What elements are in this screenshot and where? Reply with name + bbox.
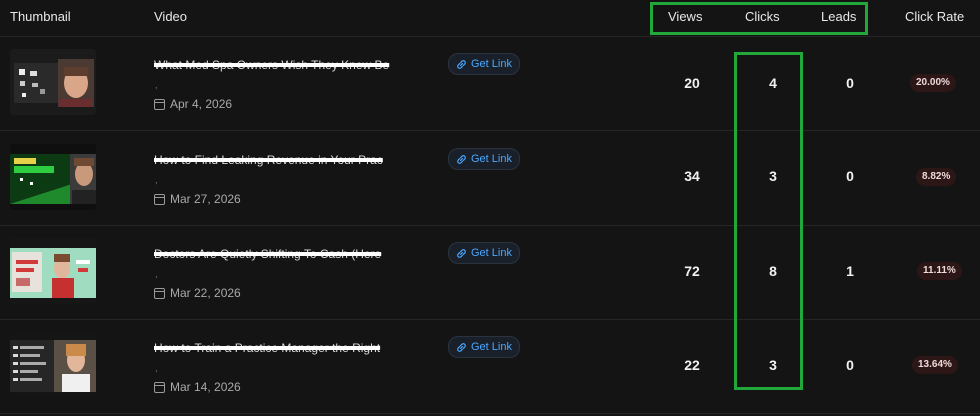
calendar-icon <box>154 287 165 299</box>
video-date: Mar 27, 2026 <box>154 192 241 206</box>
leads-value: 0 <box>846 75 854 91</box>
calendar-icon <box>154 98 165 110</box>
link-icon <box>457 342 466 352</box>
get-link-button[interactable]: Get Link <box>448 148 520 170</box>
views-value: 34 <box>684 168 700 184</box>
table-row: Doctors Are Quietly Shifting To Cash (He… <box>0 225 980 320</box>
click-rate-badge: 8.82% <box>916 168 957 186</box>
get-link-button[interactable]: Get Link <box>448 336 520 358</box>
click-rate-badge: 13.64% <box>912 356 958 374</box>
header-video: Video <box>154 9 188 24</box>
leads-value: 1 <box>846 263 854 279</box>
header-leads[interactable]: Leads <box>821 9 856 24</box>
date-text: Mar 14, 2026 <box>170 380 241 394</box>
get-link-button[interactable]: Get Link <box>448 53 520 75</box>
link-icon <box>457 154 466 164</box>
video-title[interactable]: Doctors Are Quietly Shifting To Cash (He… <box>154 247 438 263</box>
link-icon <box>457 59 466 69</box>
video-date: Mar 14, 2026 <box>154 380 241 394</box>
video-title[interactable]: What Med Spa Owners Wish They Knew Be <box>154 58 438 74</box>
clicks-value: 8 <box>769 263 777 279</box>
get-link-label: Get Link <box>471 58 512 70</box>
table-row: What Med Spa Owners Wish They Knew Be , … <box>0 36 980 131</box>
title-separator: , <box>155 363 158 373</box>
date-text: Mar 27, 2026 <box>170 192 241 206</box>
title-separator: , <box>155 80 158 90</box>
header-click-rate[interactable]: Click Rate <box>905 9 964 24</box>
link-icon <box>457 248 466 258</box>
video-date: Mar 22, 2026 <box>154 286 241 300</box>
calendar-icon <box>154 193 165 205</box>
click-rate-badge: 20.00% <box>910 74 956 92</box>
views-value: 22 <box>684 357 700 373</box>
leads-value: 0 <box>846 357 854 373</box>
calendar-icon <box>154 381 165 393</box>
clicks-value: 3 <box>769 168 777 184</box>
views-value: 20 <box>684 75 700 91</box>
header-thumbnail: Thumbnail <box>10 9 71 24</box>
video-title[interactable]: How to Train a Practice Manager the Righ… <box>154 341 438 357</box>
table-header: Thumbnail Video Views Clicks Leads Click… <box>0 0 980 37</box>
clicks-value: 3 <box>769 357 777 373</box>
get-link-label: Get Link <box>471 153 512 165</box>
leads-value: 0 <box>846 168 854 184</box>
clicks-value: 4 <box>769 75 777 91</box>
video-date: Apr 4, 2026 <box>154 97 232 111</box>
video-thumbnail[interactable] <box>10 332 96 398</box>
header-views[interactable]: Views <box>668 9 702 24</box>
date-text: Mar 22, 2026 <box>170 286 241 300</box>
get-link-button[interactable]: Get Link <box>448 242 520 264</box>
table-row: How to Train a Practice Manager the Righ… <box>0 319 980 414</box>
click-rate-badge: 11.11% <box>917 262 962 280</box>
views-value: 72 <box>684 263 700 279</box>
video-thumbnail[interactable] <box>10 49 96 115</box>
video-thumbnail[interactable] <box>10 238 96 304</box>
video-thumbnail[interactable] <box>10 144 96 210</box>
title-separator: , <box>155 175 158 185</box>
header-clicks[interactable]: Clicks <box>745 9 780 24</box>
title-separator: , <box>155 269 158 279</box>
get-link-label: Get Link <box>471 341 512 353</box>
video-title[interactable]: How to Find Leaking Revenue in Your Prac <box>154 153 438 169</box>
table-row: How to Find Leaking Revenue in Your Prac… <box>0 131 980 226</box>
date-text: Apr 4, 2026 <box>170 97 233 111</box>
get-link-label: Get Link <box>471 247 512 259</box>
